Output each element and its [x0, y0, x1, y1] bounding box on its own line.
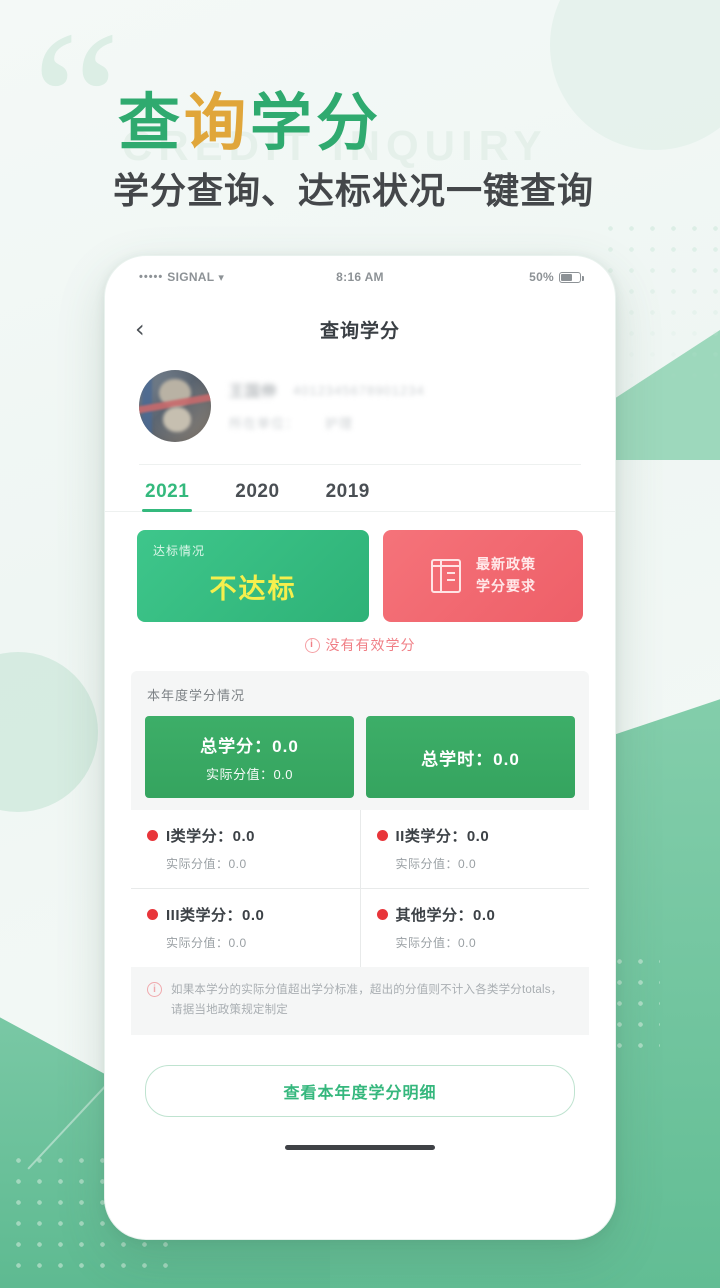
battery-icon [559, 271, 585, 283]
decor-circle-top-right [550, 0, 720, 150]
credit-cell-sub: 实际分值：0.0 [166, 936, 247, 950]
policy-card-line2: 学分要求 [476, 578, 536, 594]
status-bar-right: 50% [384, 270, 585, 284]
bullet-dot-icon [376, 909, 388, 920]
credit-cell-type-3: III类学分：0.0 实际分值：0.0 [131, 889, 360, 967]
credit-cell-head: 其他学分：0.0 [376, 904, 574, 925]
nav-bar: ‹ 查询学分 [105, 298, 615, 360]
page-title-accent: 询 [184, 89, 251, 158]
policy-card-line1: 最新政策 [476, 556, 536, 573]
page-title-part1: 查 [118, 89, 185, 158]
profile-info: 王国伸 4012345678901234 所在单位： 护理 [229, 380, 581, 432]
page-title: 查询学分 [118, 72, 382, 162]
total-card-row: 总学分：0.0 实际分值：0.0 总学时：0.0 [131, 716, 589, 798]
total-credits-card: 总学分：0.0 实际分值：0.0 [145, 716, 354, 798]
credit-cell-type-other: 其他学分：0.0 实际分值：0.0 [360, 889, 589, 967]
bullet-dot-icon [147, 830, 158, 841]
battery-percent-label: 50% [529, 270, 555, 284]
profile-org-label: 所在单位： [229, 416, 300, 431]
decor-quote-mark: “ [32, 0, 121, 212]
profile-name: 王国伸 [229, 383, 278, 400]
credit-cell-sub: 实际分值：0.0 [166, 857, 247, 871]
status-bar: ••••• SIGNAL ▾ 8:16 AM 50% [105, 256, 615, 298]
year-tab-bar: 2021 2020 2019 [105, 465, 615, 512]
credit-cell-title: III类学分：0.0 [166, 907, 265, 924]
profile-row-secondary: 所在单位： 护理 [229, 413, 581, 432]
year-tab-2019[interactable]: 2019 [326, 481, 370, 512]
page-title-part2: 学分 [250, 89, 383, 158]
signal-dots-icon: ••••• [139, 271, 164, 283]
info-circle-icon: i [304, 637, 320, 653]
credit-cell-title: I类学分：0.0 [166, 828, 256, 845]
carrier-label: SIGNAL [167, 270, 215, 284]
phone-mockup: ••••• SIGNAL ▾ 8:16 AM 50% ‹ 查询学分 王国伸 40… [104, 255, 616, 1240]
total-credits-value: 总学分：0.0 [200, 736, 299, 756]
credit-cell-type-1: I类学分：0.0 实际分值：0.0 [131, 810, 360, 888]
decor-dot-grid-top-right [600, 218, 720, 388]
profile-row-primary: 王国伸 4012345678901234 [229, 380, 581, 401]
profile-section: 王国伸 4012345678901234 所在单位： 护理 [105, 360, 615, 464]
policy-requirement-card[interactable]: 最新政策 学分要求 [383, 530, 583, 622]
credit-panel-title: 本年度学分情况 [147, 688, 246, 703]
credit-cell-head: I类学分：0.0 [147, 825, 344, 846]
policy-card-text: 最新政策 学分要求 [476, 554, 536, 597]
credit-cell-sub: 实际分值：0.0 [395, 857, 477, 871]
credit-cell-title: II类学分：0.0 [395, 828, 490, 845]
credit-cell-head: II类学分：0.0 [376, 825, 574, 846]
credit-cell-type-2: II类学分：0.0 实际分值：0.0 [360, 810, 589, 888]
document-icon [430, 557, 462, 595]
goal-status-value: 不达标 [209, 574, 297, 604]
screen-title: 查询学分 [319, 320, 400, 342]
profile-org-value: 护理 [325, 416, 354, 431]
credit-cell-title: 其他学分：0.0 [395, 907, 496, 924]
hero-subtitle: 学分查询、达标状况一键查询 [113, 170, 595, 211]
credit-disclaimer-note: i 如果本学分的实际分值超出学分标准，超出的分值则不计入各类学分totals，请… [131, 967, 589, 1036]
credit-summary-panel: 本年度学分情况 总学分：0.0 实际分值：0.0 总学时：0.0 I类学分：0.… [131, 671, 589, 1036]
wifi-icon: ▾ [218, 271, 225, 284]
view-credit-detail-button[interactable]: 查看本年度学分明细 [145, 1065, 575, 1118]
info-circle-icon: i [147, 982, 162, 997]
status-card-row: 达标情况 不达标 最新政策 学分要求 [105, 512, 615, 622]
credit-disclaimer-text: 如果本学分的实际分值超出学分标准，超出的分值则不计入各类学分totals，请据当… [171, 984, 563, 1017]
total-credits-actual: 实际分值：0.0 [205, 766, 294, 782]
detail-button-wrap: 查看本年度学分明细 [105, 1035, 615, 1118]
credit-category-grid: I类学分：0.0 实际分值：0.0 II类学分：0.0 实际分值：0.0 III… [131, 810, 589, 967]
no-credit-warning: i 没有有效学分 [105, 622, 615, 657]
status-bar-time: 8:16 AM [336, 270, 384, 284]
credit-cell-sub: 实际分值：0.0 [395, 936, 477, 950]
back-button[interactable]: ‹ [135, 317, 145, 341]
total-hours-value: 总学时：0.0 [421, 749, 520, 769]
no-credit-warning-text: 没有有效学分 [325, 637, 416, 653]
status-bar-left: ••••• SIGNAL ▾ [139, 270, 336, 284]
bullet-dot-icon [147, 909, 158, 920]
bullet-dot-icon [376, 830, 388, 841]
year-tab-2021[interactable]: 2021 [141, 481, 193, 512]
credit-cell-head: III类学分：0.0 [147, 904, 344, 925]
home-indicator[interactable] [285, 1145, 435, 1151]
total-hours-card: 总学时：0.0 [366, 716, 575, 798]
goal-status-label: 达标情况 [153, 544, 206, 558]
profile-id: 4012345678901234 [293, 383, 425, 398]
decor-circle-left [0, 652, 98, 812]
goal-status-card[interactable]: 达标情况 不达标 [137, 530, 369, 622]
avatar[interactable] [139, 370, 211, 442]
year-tab-2020[interactable]: 2020 [235, 481, 279, 512]
